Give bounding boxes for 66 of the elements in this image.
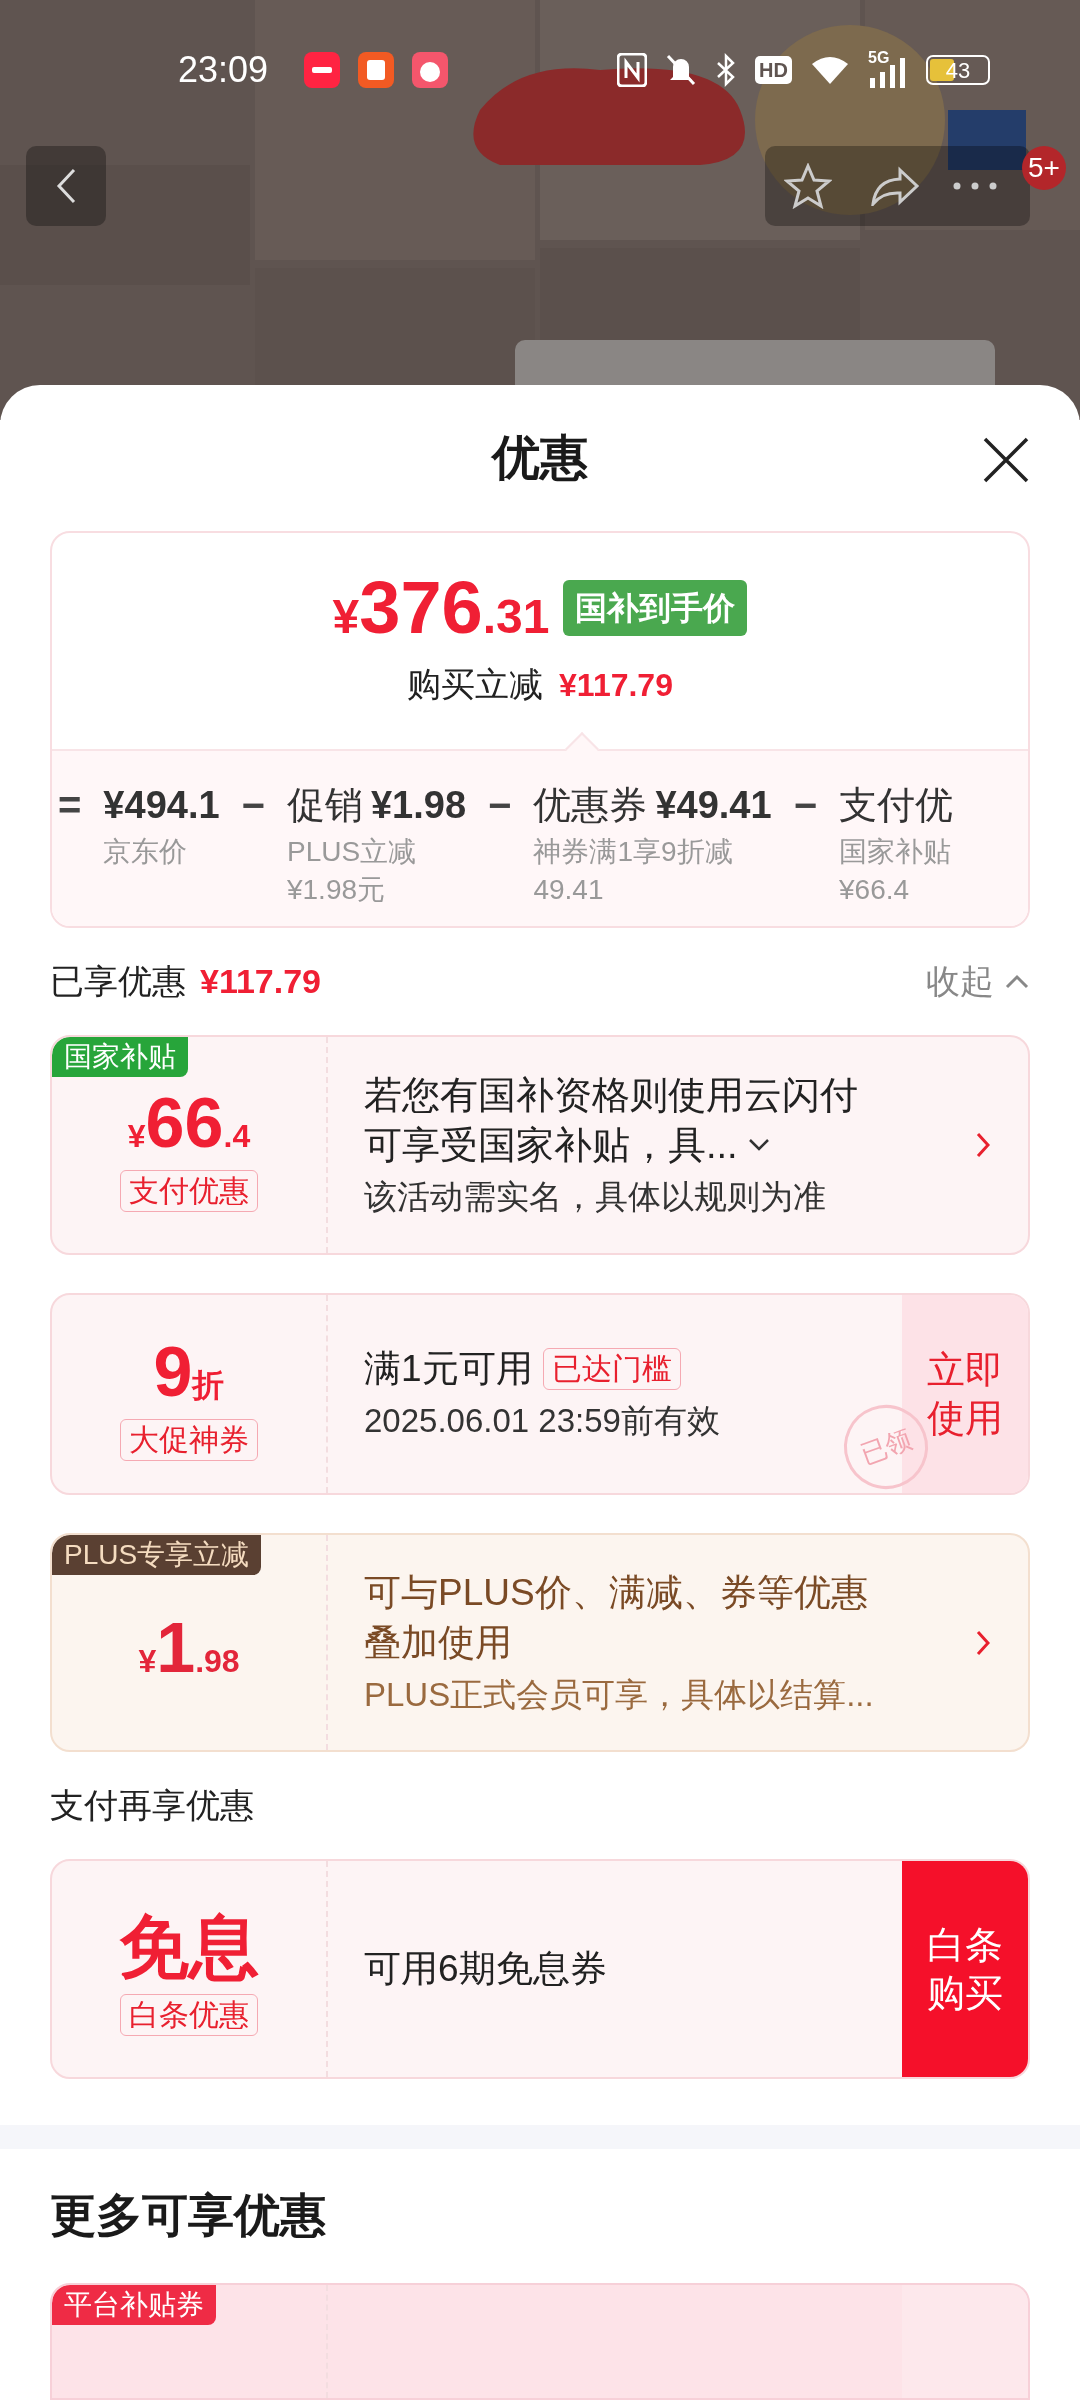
breakdown-note: 京东价: [103, 835, 189, 870]
breakdown-note: 国家补贴: [839, 835, 952, 870]
status-time: 23:09: [178, 48, 269, 92]
coupon-badge: 支付优惠: [120, 1170, 258, 1212]
section-label: 支付再享优惠: [50, 1785, 254, 1827]
saving-amount: ¥117.79: [559, 665, 673, 705]
coupon-value: ¥66.4: [127, 1088, 251, 1158]
breakdown-amount: ¥494.1: [103, 783, 220, 829]
coupon-badge: 大促神券: [120, 1418, 258, 1461]
collapse-toggle[interactable]: 收起: [926, 956, 1030, 1008]
expand-icon[interactable]: [747, 1138, 770, 1152]
section-title: 更多可享优惠: [50, 2188, 326, 2244]
breakdown-amount: ¥49.41: [655, 783, 772, 829]
nfc-icon: [617, 53, 648, 87]
hd-icon: HD: [755, 56, 792, 84]
coupon-title: 满1元可用: [364, 1346, 533, 1391]
coupon-value: 9折: [153, 1336, 225, 1407]
threshold-badge: 已达门槛: [542, 1347, 681, 1390]
operator-sign: −: [488, 782, 512, 830]
close-button[interactable]: [982, 436, 1030, 484]
breakdown-label: 支付优: [839, 783, 953, 829]
coupon-title: 若您有国补资格则使用云闪付: [364, 1073, 858, 1118]
coupon-tag: 国家补贴: [52, 1037, 188, 1078]
section-label: 已享优惠: [50, 961, 186, 1003]
back-button[interactable]: [26, 146, 106, 226]
coupon-value: ¥1.98: [138, 1612, 240, 1683]
breakdown-note: 49.41: [533, 873, 605, 908]
operator-sign: −: [241, 782, 265, 830]
chevron-right-icon[interactable]: [976, 1629, 990, 1656]
mute-icon: [665, 53, 698, 87]
chevron-right-icon[interactable]: [976, 1132, 990, 1158]
coupon-description: 该活动需实名，具体以规则为准: [364, 1177, 827, 1217]
breakdown-label: 优惠券: [533, 783, 648, 829]
coupon-badge: 白条优惠: [120, 1994, 258, 2037]
network-label: 5G: [868, 48, 890, 68]
final-price: ¥376.31: [332, 571, 550, 646]
credit-buy-button[interactable]: 白条购买: [902, 1861, 1028, 2077]
app-icon: [358, 52, 395, 88]
coupon-title: 可用6期免息券: [364, 1947, 607, 1992]
coupon-description: PLUS正式会员可享，具体以结算...: [364, 1674, 875, 1715]
coupon-description: 2025.06.01 23:59前有效: [364, 1400, 721, 1441]
breakdown-note: ¥1.98元: [286, 873, 387, 908]
share-icon: [870, 166, 920, 206]
coupon-value: 免息: [119, 1912, 259, 1983]
app-icon: [304, 52, 341, 88]
breakdown-amount: ¥1.98: [370, 783, 467, 829]
app-icon: [412, 52, 449, 88]
coupon-title: 可与PLUS价、满减、券等优惠叠加使用: [364, 1570, 869, 1665]
wifi-icon: [810, 54, 850, 86]
breakdown-note: 神券满1享9折减: [533, 835, 734, 870]
close-icon: [982, 436, 1030, 484]
sheet-title: 优惠: [492, 430, 588, 486]
breakdown-label: 促销: [286, 783, 363, 829]
coupon-title: 可享受国家补贴，具...: [364, 1123, 738, 1168]
breakdown-note: PLUS立减: [286, 835, 418, 870]
breakdown-note: ¥66.4: [839, 873, 911, 908]
back-icon: [55, 167, 77, 205]
star-icon: [783, 163, 832, 209]
saving-label: 购买立减: [407, 664, 544, 706]
price-tag: 国补到手价: [563, 580, 748, 637]
operator-sign: −: [793, 782, 817, 830]
more-icon: [953, 182, 997, 190]
operator-sign: =: [58, 782, 82, 830]
enjoyed-amount: ¥117.79: [200, 961, 322, 1003]
coupon-tag: PLUS专享立减: [52, 1535, 262, 1576]
coupon-tag: 平台补贴券: [52, 2285, 216, 2326]
